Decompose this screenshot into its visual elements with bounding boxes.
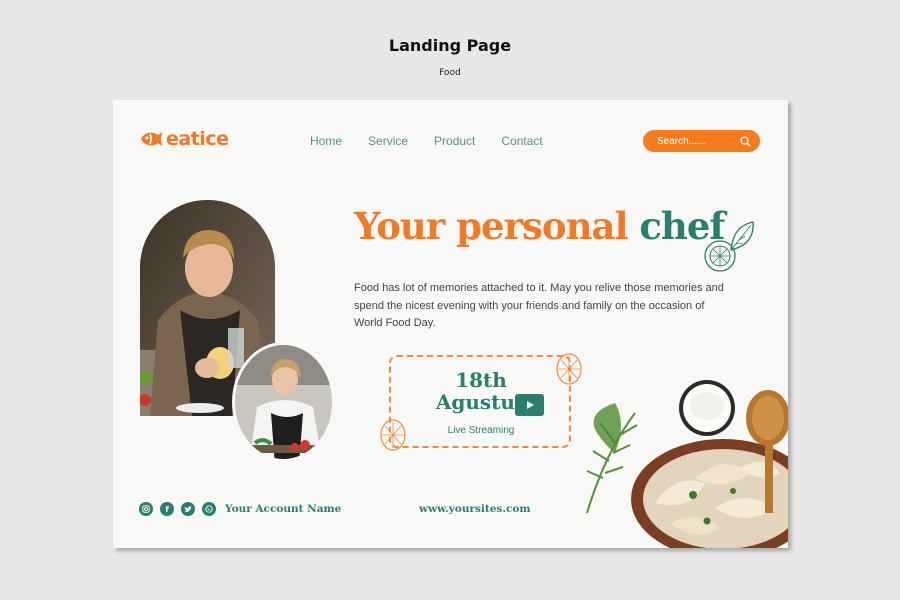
facebook-icon[interactable]: f (160, 502, 174, 516)
event-date-day: 18th (455, 368, 507, 392)
lemon-leaf-icon (704, 221, 754, 272)
live-streaming-label: Live Streaming (447, 425, 515, 436)
website-link[interactable]: www.yoursites.com (419, 503, 531, 515)
main-nav: Home Service Product Contact (310, 134, 569, 148)
headline-part1: Your personal (354, 204, 628, 248)
hero-headline: Your personal chef (354, 204, 725, 248)
nav-service[interactable]: Service (368, 134, 408, 148)
nav-home[interactable]: Home (310, 134, 342, 148)
search-placeholder: Search...... (657, 135, 706, 147)
page-title: Landing Page (388, 36, 512, 55)
account-name[interactable]: Your Account Name (225, 503, 341, 515)
social-links: f Your Account Name (139, 502, 341, 516)
brand-logo[interactable]: eatice (139, 128, 229, 150)
citrus-slice-icon-2 (380, 419, 406, 451)
search-input[interactable]: Search...... (643, 130, 760, 152)
fish-logo-icon (141, 132, 162, 146)
brand-name: eatice (166, 128, 229, 150)
hero-description: Food has lot of memories attached to it.… (354, 282, 724, 329)
page-subtitle: Food (439, 68, 461, 78)
play-icon (526, 401, 534, 409)
whatsapp-icon[interactable] (202, 502, 216, 516)
play-button[interactable] (515, 394, 544, 416)
search-icon[interactable] (740, 135, 751, 147)
landing-page-mockup: eatice Home Service Product Contact Sear… (113, 100, 788, 548)
dumplings-food-image (586, 380, 788, 548)
female-chef-photo (232, 342, 335, 462)
live-event-card: 18th Agustus Live Streaming (389, 355, 571, 448)
twitter-icon[interactable] (181, 502, 195, 516)
nav-contact[interactable]: Contact (501, 134, 542, 148)
nav-product[interactable]: Product (434, 134, 475, 148)
instagram-icon[interactable] (139, 502, 153, 516)
